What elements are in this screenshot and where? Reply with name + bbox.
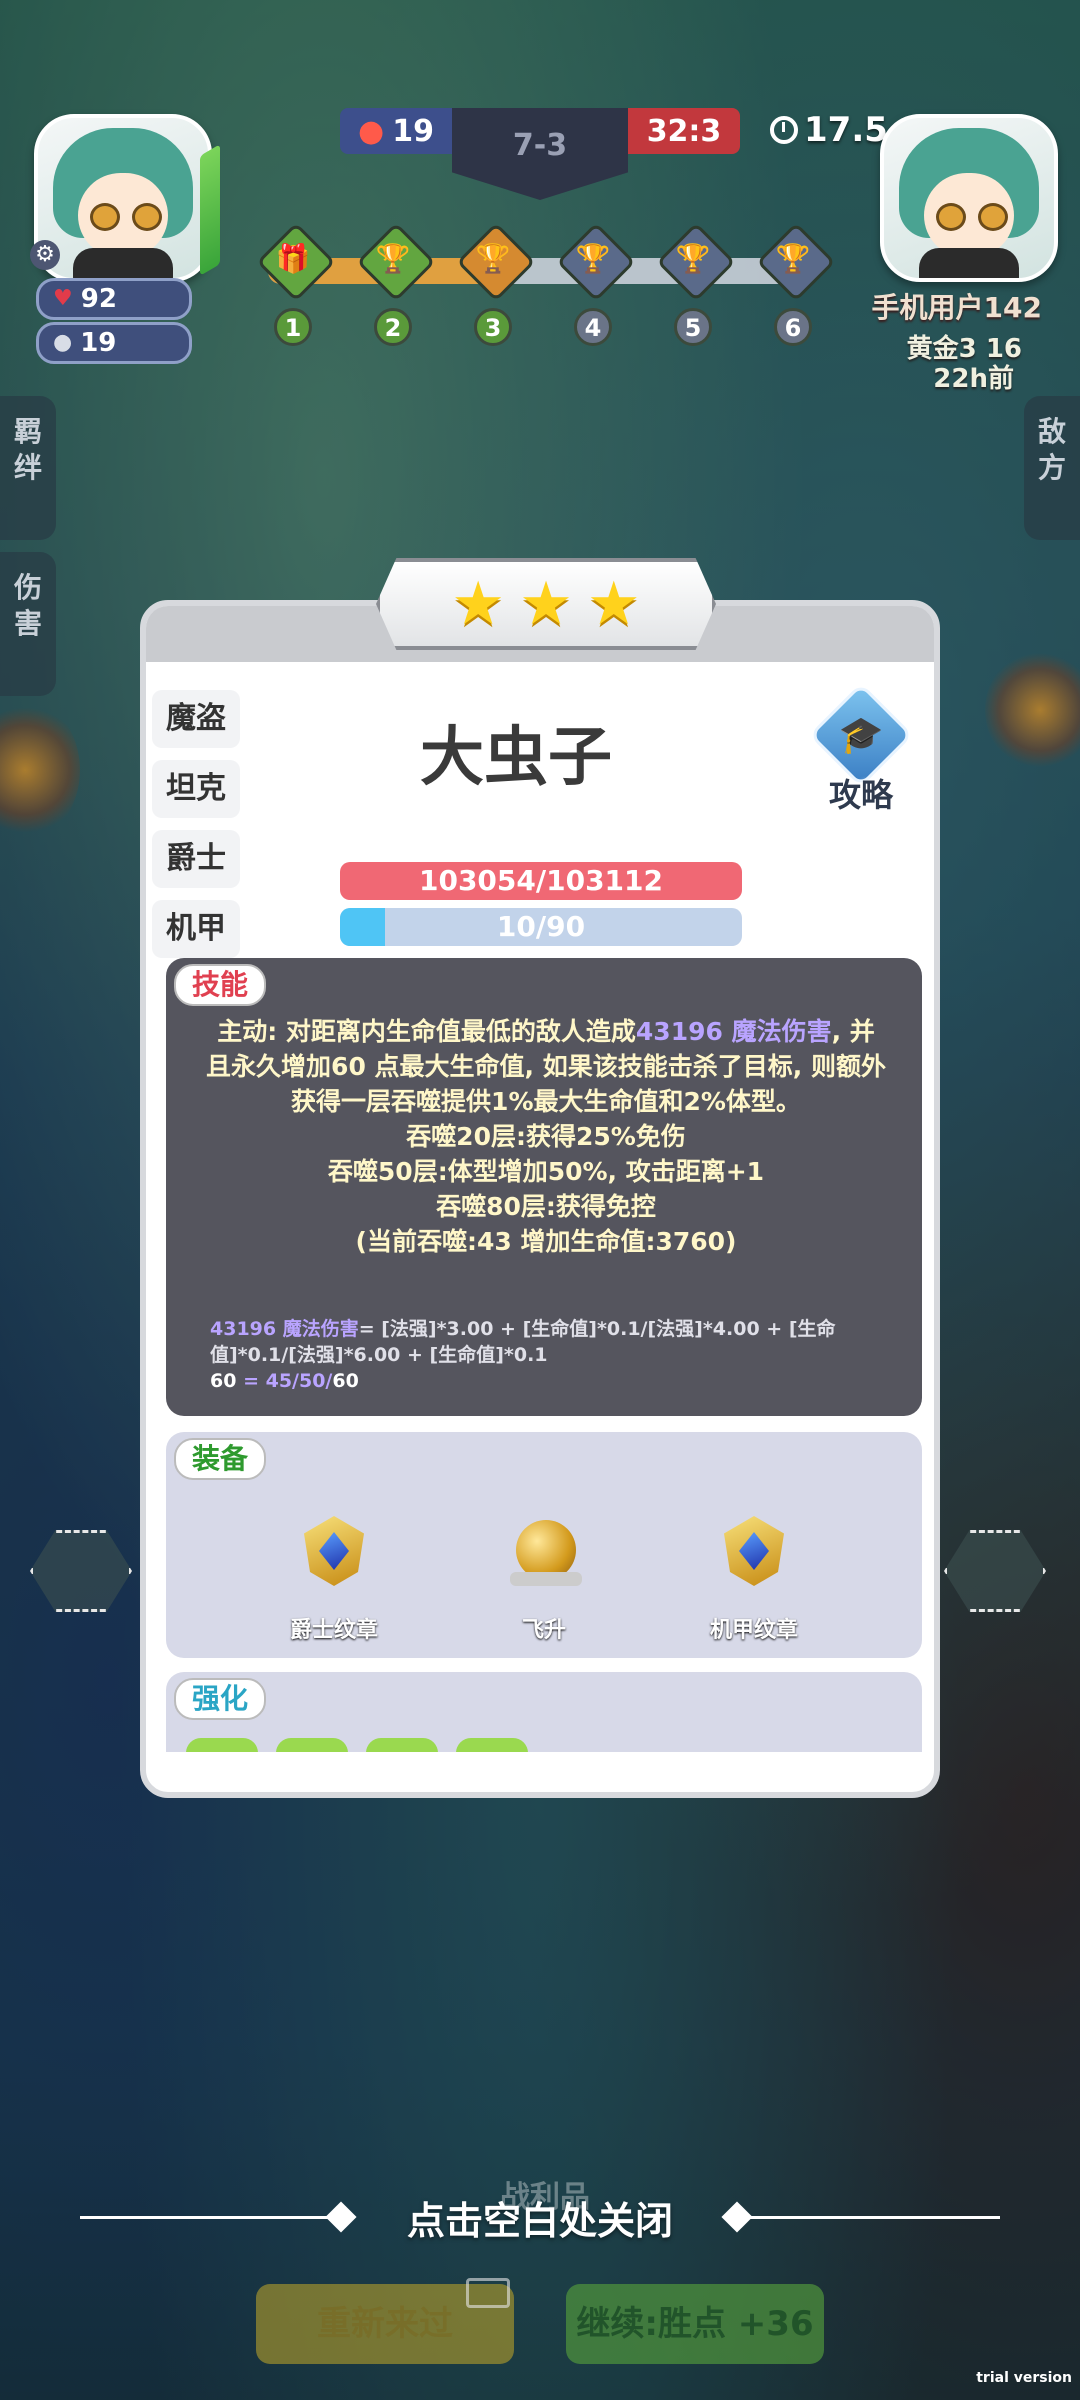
skill-section-label: 技能 <box>174 964 267 1006</box>
trophy-icon: 🏆 <box>675 242 711 275</box>
skill-description: 主动: 对距离内生命值最低的敌人造成43196 魔法伤害, 并且永久增加60 点… <box>206 1014 886 1259</box>
stage-number: 4 <box>574 308 612 346</box>
star-rating-banner: ★ ★ ★ <box>376 558 716 650</box>
enhance-section-label: 强化 <box>174 1678 267 1720</box>
opponent-score: 32:3 <box>628 108 740 154</box>
side-tab-enemy-label: 敌方 <box>1037 415 1066 484</box>
player-score-value: 19 <box>392 113 434 149</box>
video-ad-icon <box>466 2278 510 2308</box>
class-tab-knight[interactable]: 爵士 <box>152 830 240 888</box>
formula-hp-terms: = 45/50/ <box>236 1370 333 1392</box>
round-timer: 17.5 <box>770 110 888 150</box>
enhance-chip[interactable] <box>276 1738 348 1752</box>
continue-button[interactable]: 继续:胜点 +36 <box>566 2284 824 2364</box>
side-tab-damage[interactable]: 伤害 <box>0 552 56 696</box>
stage-number: 1 <box>274 308 312 346</box>
close-hint-line-right <box>744 2216 1000 2219</box>
stage-node-6: 🏆 <box>756 222 836 302</box>
skill-section: 技能 主动: 对距离内生命值最低的敌人造成43196 魔法伤害, 并且永久增加6… <box>166 958 922 1416</box>
equipment-item-label: 机甲纹章 <box>709 1618 798 1643</box>
player-score: ● 19 <box>340 108 452 154</box>
enhance-chip[interactable] <box>456 1738 528 1752</box>
player-hp-value: 92 <box>80 284 117 314</box>
stage-node-2: 🏆 <box>356 222 436 302</box>
timer-value: 17.5 <box>804 110 888 150</box>
player-coin-badge: ● 19 <box>36 322 192 364</box>
class-tab-rogue[interactable]: 魔盗 <box>152 690 240 748</box>
star-icon: ★ <box>519 569 573 639</box>
skill-desc-prefix: 主动: 对距离内生命值最低的敌人造成 <box>217 1017 636 1046</box>
hero-mana-text: 10/90 <box>496 910 586 943</box>
equipment-item-label: 飞升 <box>521 1618 566 1643</box>
skill-tier-20: 吞噬20层:获得25%免伤 <box>406 1122 686 1151</box>
hero-hp-text: 103054/103112 <box>418 864 663 897</box>
class-tab-tank[interactable]: 坦克 <box>152 760 240 818</box>
stage-node-5: 🏆 <box>656 222 736 302</box>
close-hint-line-left <box>80 2216 336 2219</box>
settings-gear-icon[interactable]: ⚙ <box>30 240 60 270</box>
guide-button[interactable]: 🎓 攻略 <box>806 682 916 814</box>
crossed-swords-icon <box>510 1572 582 1586</box>
guide-label: 攻略 <box>828 776 893 814</box>
golden-orb-icon <box>516 1520 576 1580</box>
heart-icon: ♥ <box>53 286 73 311</box>
enhance-chip[interactable] <box>186 1738 258 1752</box>
side-tab-bonds[interactable]: 羁绊 <box>0 396 56 540</box>
equipment-section-label: 装备 <box>174 1438 267 1480</box>
player-avatar[interactable] <box>34 114 212 282</box>
clock-icon <box>770 116 798 144</box>
side-tab-damage-label: 伤害 <box>13 571 42 640</box>
formula-hp-value: 60 <box>210 1370 237 1392</box>
skill-tier-80: 吞噬80层:获得免控 <box>436 1192 656 1221</box>
equipment-section: 装备 爵士纹章 飞升 机甲纹章 <box>166 1432 922 1658</box>
stage-number: 6 <box>774 308 812 346</box>
trophy-icon: 🏆 <box>475 242 511 275</box>
opponent-last-seen: 22h前 <box>933 364 1014 394</box>
star-icon: ★ <box>451 569 506 639</box>
trial-watermark: trial version <box>976 2370 1072 2386</box>
gift-icon: 🎁 <box>275 242 311 275</box>
star-icon: ★ <box>586 569 641 639</box>
side-tab-enemy[interactable]: 敌方 <box>1024 396 1080 540</box>
hero-hp-bar: 103054/103112 <box>340 862 742 900</box>
stage-node-4: 🏆 <box>556 222 636 302</box>
stage-node-1: 🎁 <box>256 222 336 302</box>
equipment-item-label: 爵士纹章 <box>289 1618 378 1643</box>
skill-formula: 43196 魔法伤害= [法强]*3.00 + [生命值]*0.1/[法强]*4… <box>210 1316 890 1394</box>
enhance-chip[interactable] <box>366 1738 438 1752</box>
player-hp-badge: ♥ 92 <box>36 278 192 320</box>
trophy-icon: 🏆 <box>575 242 611 275</box>
hero-mana-bar: 10/90 <box>340 908 742 946</box>
hero-mana-fill <box>340 908 385 946</box>
player-coin-value: 19 <box>80 328 117 358</box>
stage-node-3: 🏆 <box>456 222 536 302</box>
equipment-item-ascend[interactable]: 飞升 <box>464 1488 624 1648</box>
stage-number: 2 <box>374 308 412 346</box>
opponent-name: 手机用户142 <box>871 291 1042 324</box>
close-hint[interactable]: 点击空白处关闭 <box>340 2190 740 2245</box>
hero-detail-modal: 魔盗 坦克 爵士 机甲 大虫子 🎓 攻略 103054/103112 10/90… <box>140 600 940 1798</box>
stage-number: 3 <box>474 308 512 346</box>
formula-damage-value: 43196 魔法伤害 <box>210 1318 359 1340</box>
player-energy-bar <box>200 144 220 276</box>
flame-drop-icon: ● <box>358 113 385 149</box>
stage-number: 5 <box>674 308 712 346</box>
opponent-avatar[interactable] <box>880 114 1058 282</box>
graduation-cap-icon: 🎓 <box>838 715 884 756</box>
skill-damage-value: 43196 魔法伤害 <box>635 1017 832 1046</box>
formula-hp-current: 60 <box>332 1370 359 1392</box>
equipment-item-mecha-emblem[interactable]: 机甲纹章 <box>674 1488 834 1648</box>
equipment-item-knight-emblem[interactable]: 爵士纹章 <box>254 1488 414 1648</box>
coin-stack-icon: ● <box>53 330 73 355</box>
hero-name: 大虫子 <box>420 721 612 795</box>
trophy-icon: 🏆 <box>375 242 411 275</box>
class-tab-mecha[interactable]: 机甲 <box>152 900 240 958</box>
trophy-icon: 🏆 <box>775 242 811 275</box>
side-tab-bonds-label: 羁绊 <box>13 415 42 484</box>
enhance-section: 强化 <box>166 1672 922 1752</box>
skill-current-stacks: (当前吞噬:43 增加生命值:3760) <box>355 1227 737 1256</box>
skill-tier-50: 吞噬50层:体型增加50%, 攻击距离+1 <box>327 1157 765 1186</box>
